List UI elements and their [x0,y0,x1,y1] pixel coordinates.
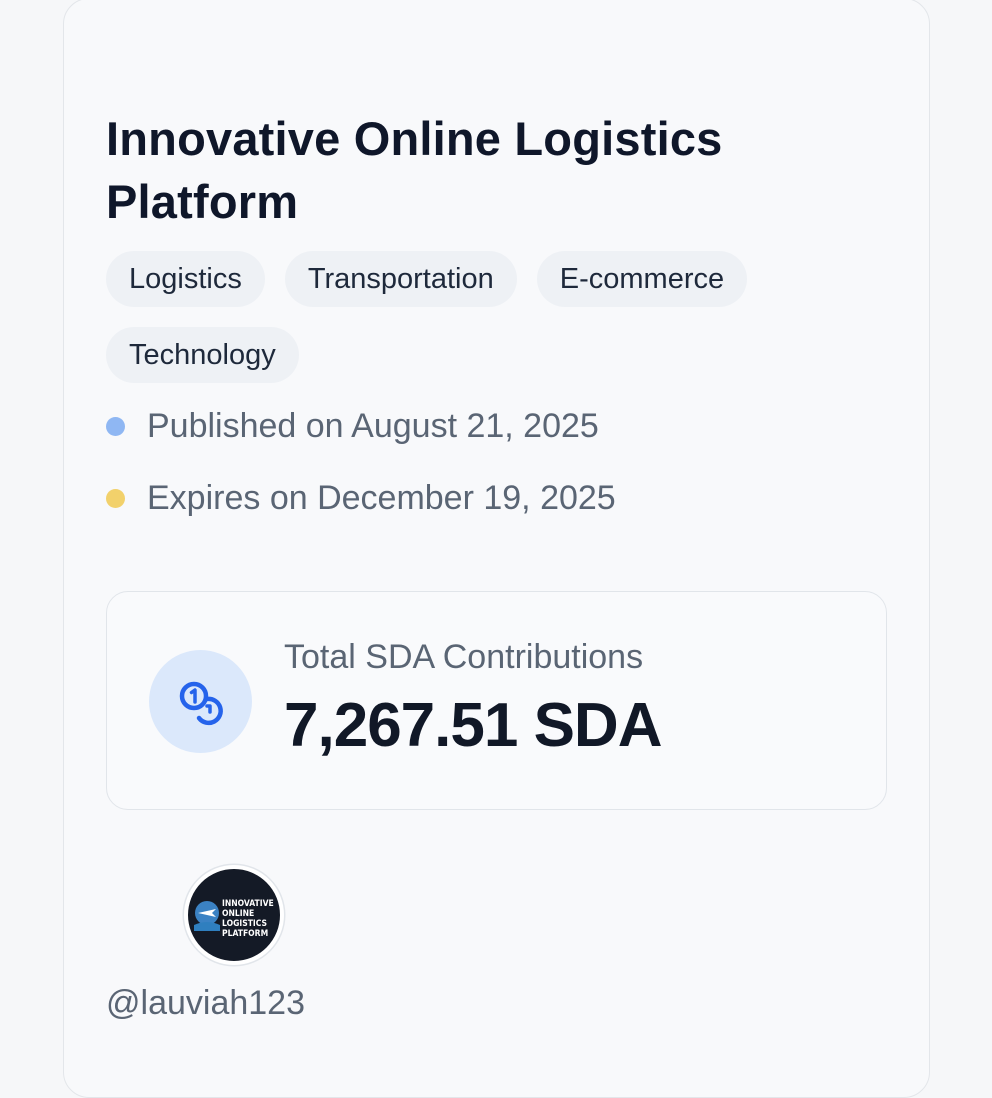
contributions-label: Total SDA Contributions [284,638,644,676]
expiry-date-text: Expires on December 19, 2025 [147,479,616,517]
project-card: Innovative Online Logistics Platform Log… [63,0,930,1098]
tag-logistics[interactable]: Logistics [106,251,265,307]
creator-avatar[interactable]: INNOVATIVE ONLINE LOGISTICS PLATFORM [184,865,284,965]
published-date: Published on August 21, 2025 [106,407,599,446]
expires-status-dot [106,489,125,508]
tag-list: Logistics Transportation E-commerce Tech… [106,251,866,383]
contributions-box: Total SDA Contributions 7,267.51 SDA [106,591,887,810]
coins-icon [179,681,223,725]
coins-icon-wrapper [149,650,252,753]
creator-username[interactable]: @lauviah123 [106,984,305,1023]
avatar-logo-text: INNOVATIVE ONLINE LOGISTICS PLATFORM [222,899,274,939]
tag-ecommerce[interactable]: E-commerce [536,251,748,307]
contributions-value: 7,267.51 SDA [284,691,662,760]
published-status-dot [106,417,125,436]
project-title: Innovative Online Logistics Platform [106,112,723,228]
plane-icon [194,901,220,931]
tag-transportation[interactable]: Transportation [284,251,517,307]
expiry-date: Expires on December 19, 2025 [106,479,616,518]
published-date-text: Published on August 21, 2025 [147,407,599,445]
tag-technology[interactable]: Technology [106,327,299,383]
